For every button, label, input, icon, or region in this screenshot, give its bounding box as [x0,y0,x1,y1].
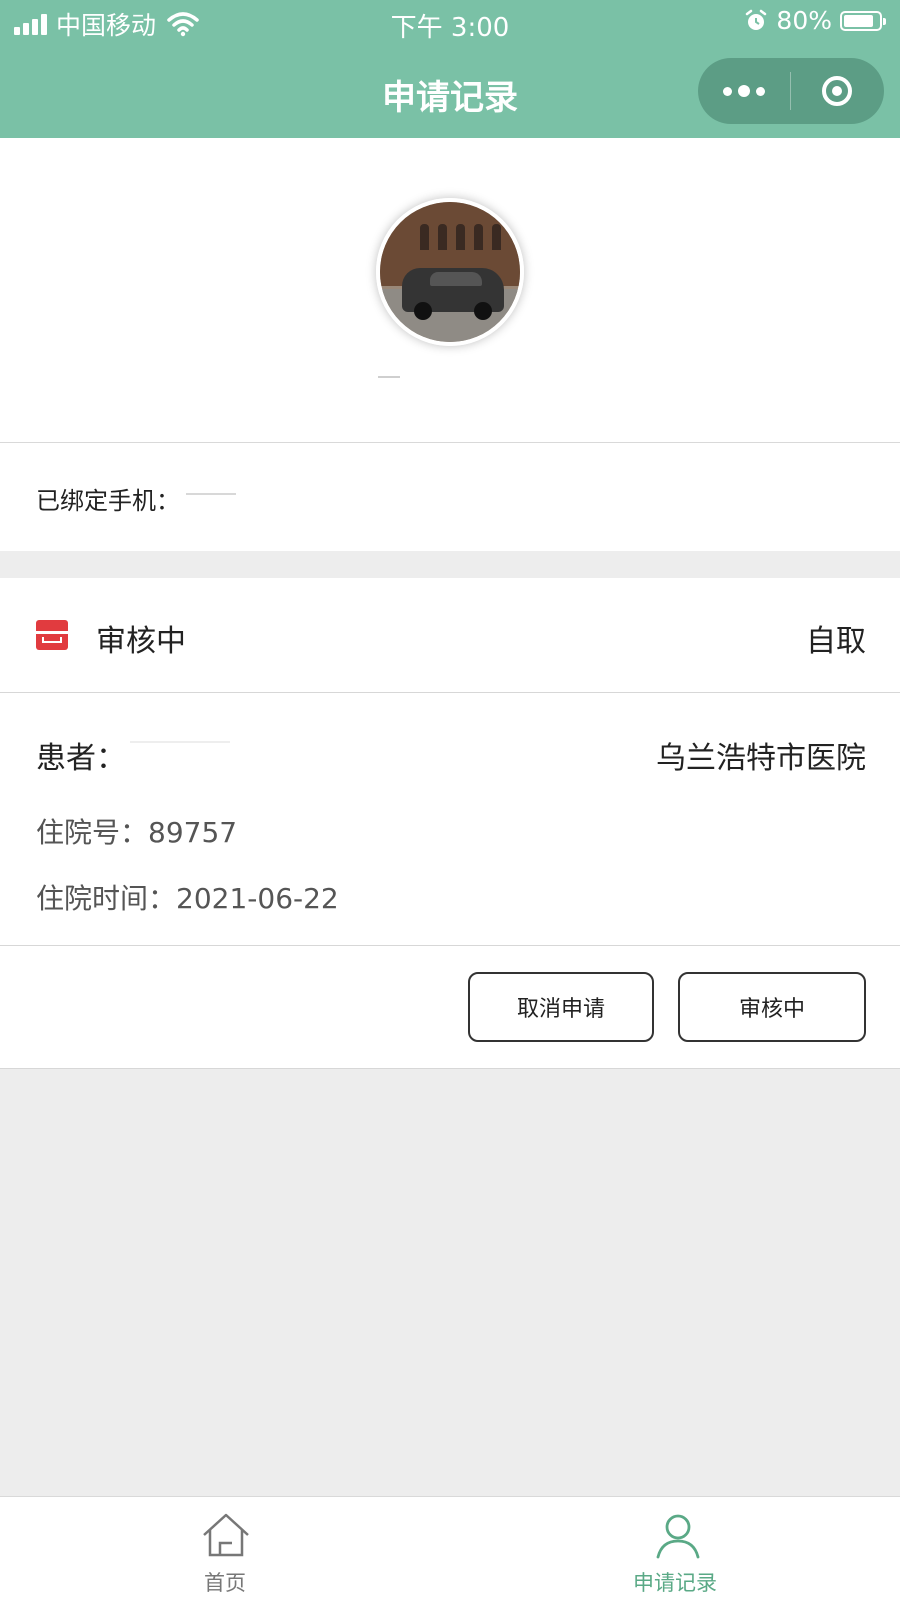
bound-phone-row: 已绑定手机： [0,443,900,551]
nav-bar: 申请记录 [0,46,900,138]
admission-number-row: 住院号：89757 [36,811,237,851]
card-header: 审核中 自取 [0,578,900,693]
tab-records[interactable]: 申请记录 [450,1497,900,1601]
menu-capsule [698,58,884,124]
admission-time-row: 住院时间：2021-06-22 [36,877,339,917]
status-bar: 中国移动 下午 3:00 80% [0,0,900,46]
tab-home-label: 首页 [204,1571,246,1595]
status-text: 审核中 [96,624,186,659]
more-options-button[interactable] [698,58,790,124]
avatar[interactable] [376,198,524,346]
hospital-name: 乌兰浩特市医院 [656,741,866,776]
status-right: 80% [744,6,886,35]
person-icon [656,1514,700,1559]
patient-name-redacted [130,741,230,743]
dot-icon [756,86,765,96]
admission-time-value: 2021-06-22 [176,882,339,915]
alarm-icon [746,9,767,30]
cancel-application-button[interactable]: 取消申请 [468,972,654,1042]
tab-home[interactable]: 首页 [0,1497,450,1601]
patient-label: 患者： [36,741,126,776]
application-card: 审核中 自取 患者： 乌兰浩特市医院 住院号：89757 住院时间：2021-0… [0,578,900,1068]
card-divider [0,1068,900,1069]
tab-records-label: 申请记录 [633,1571,717,1595]
dot-icon [738,85,750,97]
pickup-method: 自取 [806,624,866,659]
car-photo-avatar [402,268,504,320]
admission-time-label: 住院时间： [36,882,177,915]
profile-section [0,138,900,443]
battery-icon [840,10,886,31]
bound-phone-label: 已绑定手机： [36,487,180,515]
card-body: 患者： 乌兰浩特市医院 住院号：89757 住院时间：2021-06-22 [0,693,900,946]
dot-icon [723,86,732,96]
admission-number-value: 89757 [148,816,238,849]
admission-number-label: 住院号： [36,816,149,849]
username-redacted [378,376,400,378]
phone-number-redacted [186,493,236,495]
target-icon [822,76,852,106]
card-actions: 取消申请 审核中 [0,946,900,1068]
battery-percent: 80% [776,6,832,35]
close-miniprogram-button[interactable] [791,58,883,124]
reviewing-status-button[interactable]: 审核中 [678,972,866,1042]
tab-bar: 首页 申请记录 [0,1496,900,1601]
home-icon [203,1513,249,1557]
status-icon [36,620,68,650]
